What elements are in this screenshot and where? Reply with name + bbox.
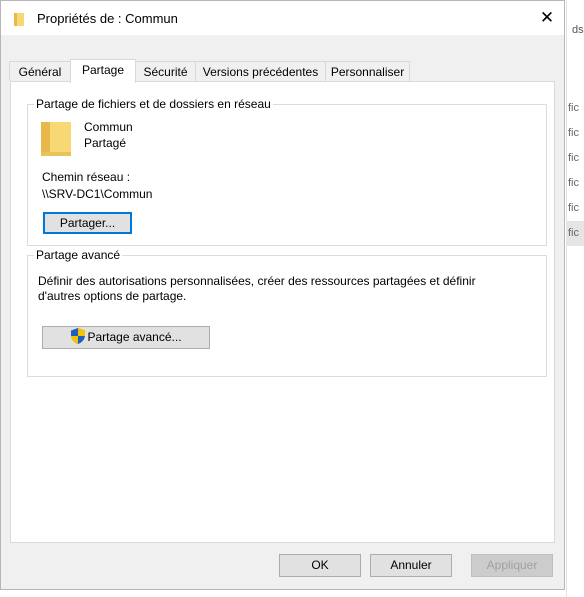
network-sharing-group: Partage de fichiers et de dossiers en ré… — [27, 97, 547, 246]
background-list-item[interactable]: fic — [566, 171, 584, 196]
folder-name: Commun — [84, 120, 133, 134]
uac-shield-icon — [71, 328, 86, 344]
dialog-button-bar: OK Annuler Appliquer — [1, 549, 564, 589]
tab-previous-versions[interactable]: Versions précédentes — [195, 61, 326, 81]
close-icon: ✕ — [539, 8, 555, 27]
tab-security[interactable]: Sécurité — [135, 61, 196, 81]
title-bar[interactable]: Propriétés de : Commun ✕ — [1, 1, 564, 35]
tab-sharing[interactable]: Partage — [70, 59, 136, 83]
apply-button[interactable]: Appliquer — [471, 554, 553, 577]
tab-customize[interactable]: Personnaliser — [325, 61, 410, 81]
background-list-item[interactable]: fic — [566, 146, 584, 171]
network-path-value: \\SRV-DC1\Commun — [42, 187, 153, 201]
advanced-description-line1: Définir des autorisations personnalisées… — [38, 274, 476, 288]
sharing-tab-panel: Partage de fichiers et de dossiers en ré… — [10, 81, 555, 543]
background-list-item[interactable]: fic — [566, 96, 584, 121]
background-column-header: ds — [572, 24, 584, 36]
cancel-button[interactable]: Annuler — [370, 554, 452, 577]
folder-icon — [14, 13, 24, 26]
share-status: Partagé — [84, 136, 127, 150]
network-path-label: Chemin réseau : — [42, 170, 131, 184]
background-window — [566, 0, 584, 597]
advanced-sharing-label: Partage avancé... — [87, 330, 182, 344]
advanced-sharing-group: Partage avancé Définir des autorisations… — [27, 248, 547, 377]
folder-icon — [41, 122, 71, 156]
share-button[interactable]: Partager... — [43, 212, 132, 234]
group-title: Partage de fichiers et de dossiers en ré… — [34, 97, 273, 111]
background-list-item[interactable]: fic — [566, 121, 584, 146]
background-list-item[interactable]: fic — [566, 196, 584, 221]
close-button[interactable]: ✕ — [530, 1, 564, 35]
window-title: Propriétés de : Commun — [37, 11, 178, 26]
advanced-sharing-button[interactable]: Partage avancé... — [42, 326, 210, 349]
background-file-list: fic fic fic fic fic fic — [566, 96, 584, 246]
advanced-description-line2: d'autres options de partage. — [38, 289, 187, 303]
properties-dialog: Propriétés de : Commun ✕ Général Partage… — [0, 0, 565, 590]
ok-button[interactable]: OK — [279, 554, 361, 577]
tab-general[interactable]: Général — [9, 61, 71, 81]
group-title: Partage avancé — [34, 248, 123, 262]
background-list-item-selected[interactable]: fic — [566, 221, 584, 246]
